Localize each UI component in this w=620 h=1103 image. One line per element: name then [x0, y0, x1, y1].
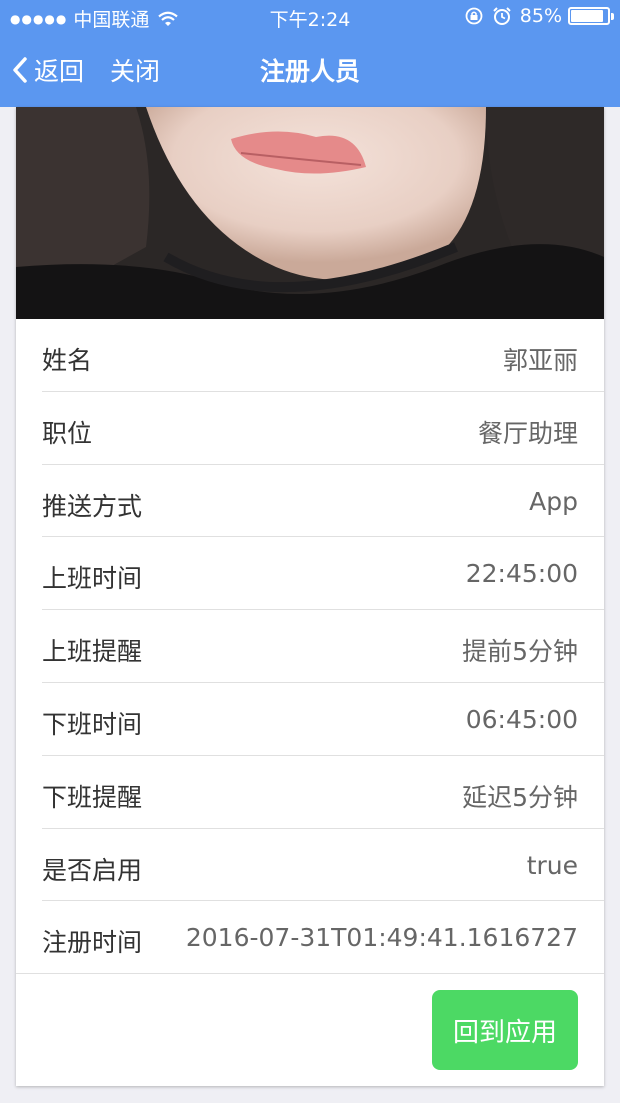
detail-row-push-method: 推送方式 App	[16, 465, 604, 538]
page-title: 注册人员	[259, 57, 360, 86]
detail-row-position: 职位 餐厅助理	[16, 392, 604, 465]
row-value: 22:45:00	[465, 559, 578, 589]
row-label: 上班提醒	[42, 637, 143, 667]
rotation-lock-icon	[465, 7, 483, 25]
navigation-bar: 返回 关闭 注册人员	[0, 40, 620, 100]
row-value: 2016-07-31T01:49:41.1616727	[185, 923, 578, 953]
detail-row-name: 姓名 郭亚丽	[16, 319, 604, 392]
detail-row-end-reminder: 下班提醒 延迟5分钟	[16, 756, 604, 829]
detail-row-work-end: 下班时间 06:45:00	[16, 683, 604, 756]
row-label: 上班时间	[42, 564, 143, 594]
row-label: 下班提醒	[42, 782, 143, 812]
row-value: 餐厅助理	[477, 418, 578, 448]
profile-photo	[16, 107, 604, 319]
row-label: 下班时间	[42, 709, 143, 739]
back-to-app-button[interactable]: 回到应用	[432, 990, 578, 1070]
battery-percent: 85%	[519, 5, 562, 27]
row-value: true	[526, 850, 578, 880]
row-label: 注册时间	[42, 928, 143, 958]
row-label: 职位	[42, 418, 93, 448]
status-right: 85%	[464, 5, 614, 27]
detail-row-start-reminder: 上班提醒 提前5分钟	[16, 610, 604, 683]
status-bar: ●●●●● 中国联通 下午2:24 85%	[0, 0, 620, 34]
app-header: ●●●●● 中国联通 下午2:24 85% 返回 关闭 注册人员	[0, 0, 620, 107]
alarm-clock-icon	[493, 7, 511, 25]
row-value: App	[529, 486, 578, 516]
row-value: 延迟5分钟	[462, 782, 578, 812]
row-value: 06:45:00	[465, 704, 578, 734]
row-label: 是否启用	[42, 855, 143, 885]
person-detail-card: 姓名 郭亚丽 职位 餐厅助理 推送方式 App 上班时间 22:45:00 上班…	[16, 107, 604, 1086]
row-label: 姓名	[42, 346, 93, 375]
detail-row-work-start: 上班时间 22:45:00	[16, 537, 604, 610]
row-value: 提前5分钟	[462, 637, 578, 667]
profile-photo-image	[16, 107, 604, 319]
detail-list: 姓名 郭亚丽 职位 餐厅助理 推送方式 App 上班时间 22:45:00 上班…	[16, 319, 604, 974]
battery-icon	[568, 7, 614, 25]
detail-row-registered-at: 注册时间 2016-07-31T01:49:41.1616727	[16, 901, 604, 974]
battery-tip	[611, 13, 614, 20]
row-label: 推送方式	[42, 491, 143, 521]
battery-fill	[571, 10, 604, 22]
detail-row-enabled: 是否启用 true	[16, 829, 604, 902]
row-value: 郭亚丽	[502, 346, 578, 375]
